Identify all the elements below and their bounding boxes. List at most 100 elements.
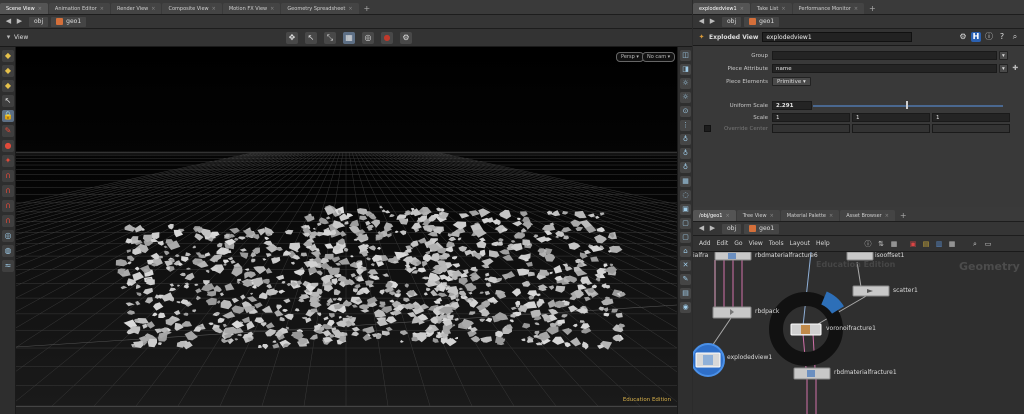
edit-icon[interactable]: ✎ xyxy=(680,274,691,285)
snap-icon[interactable]: ⤡ xyxy=(324,32,336,44)
orbit-icon[interactable]: ◎ xyxy=(2,230,14,242)
dot-icon[interactable]: ▦ xyxy=(947,239,957,249)
tab-material-palette[interactable]: Material Palette × xyxy=(780,210,840,221)
override-center-checkbox[interactable] xyxy=(704,125,711,132)
camera-button[interactable]: No cam ▾ xyxy=(642,52,676,62)
close-icon[interactable]: × xyxy=(885,213,889,219)
persp-button[interactable]: Persp ▾ xyxy=(616,52,644,62)
viewport-menu-icon[interactable]: ▾ xyxy=(4,33,13,42)
close-icon[interactable]: × xyxy=(348,6,352,12)
tab-obj-geo1[interactable]: /obj/geo1 × xyxy=(693,210,736,221)
bulb-icon-3[interactable]: ♁ xyxy=(680,162,691,173)
path-geo[interactable]: geo1 xyxy=(51,16,87,27)
water-icon[interactable]: ≈ xyxy=(2,260,14,272)
record-icon[interactable]: ● xyxy=(381,32,393,44)
magnet-icon[interactable]: ∩ xyxy=(2,170,14,182)
camera-display-icon[interactable]: ▤ xyxy=(680,288,691,299)
sculpt-tool-icon[interactable]: ● xyxy=(2,140,14,152)
home-icon[interactable]: ⌂ xyxy=(680,246,691,257)
tab-tree-view[interactable]: Tree View × xyxy=(736,210,780,221)
tab-explodedview1[interactable]: explodedview1 × xyxy=(693,3,750,14)
pointer-icon[interactable]: ↖ xyxy=(2,95,14,107)
select-mode-icon[interactable]: ✥ xyxy=(286,32,298,44)
grid-icon[interactable]: ▦ xyxy=(889,239,899,249)
forward-arrow-icon[interactable]: ▶ xyxy=(708,17,717,26)
path-obj[interactable]: obj xyxy=(722,223,742,234)
pin-icon[interactable]: ✚ xyxy=(1011,64,1020,73)
menu-layout[interactable]: Layout xyxy=(790,240,810,247)
tab-performance-monitor[interactable]: Performance Monitor × xyxy=(792,3,865,14)
points-icon[interactable]: ⋮ xyxy=(680,120,691,131)
tab-geometry-spreadsheet[interactable]: Geometry Spreadsheet × xyxy=(281,3,359,14)
forward-arrow-icon[interactable]: ▶ xyxy=(15,17,24,26)
close-icon[interactable]: × xyxy=(854,6,858,12)
edit-tool-icon[interactable]: ◆ xyxy=(2,65,14,77)
group-field[interactable] xyxy=(772,51,997,60)
close-icon[interactable]: × xyxy=(740,6,744,12)
add-tab-icon[interactable]: + xyxy=(896,210,911,221)
paint-tool-icon[interactable]: ✎ xyxy=(2,125,14,137)
camera-icon[interactable]: ◎ xyxy=(362,32,374,44)
group-menu-icon[interactable]: ▾ xyxy=(999,51,1008,60)
network-box-icon[interactable]: ▥ xyxy=(934,239,944,249)
info-icon[interactable]: ⓘ xyxy=(984,32,994,42)
network-canvas[interactable]: Education Edition Geometry ialfra rbdmat… xyxy=(693,252,1024,414)
path-obj[interactable]: obj xyxy=(29,16,49,27)
close-icon[interactable]: × xyxy=(270,6,274,12)
select-tool-icon[interactable]: ◆ xyxy=(2,50,14,62)
bone-display-icon[interactable]: ✕ xyxy=(680,260,691,271)
tab-scene-view[interactable]: Scene View × xyxy=(0,3,48,14)
back-arrow-icon[interactable]: ◀ xyxy=(697,224,706,233)
houdini-help-icon[interactable]: H xyxy=(971,32,981,42)
close-icon[interactable]: × xyxy=(725,213,729,219)
piece-elements-dropdown[interactable]: Primitive ▾ xyxy=(772,77,811,86)
info-icon[interactable]: ⓘ xyxy=(863,239,873,249)
normals-icon[interactable]: ⊙ xyxy=(680,106,691,117)
back-arrow-icon[interactable]: ◀ xyxy=(4,17,13,26)
bone-tool-icon[interactable]: ✦ xyxy=(2,155,14,167)
bulb-icon[interactable]: ♁ xyxy=(680,134,691,145)
sort-icon[interactable]: ⇅ xyxy=(876,239,886,249)
close-icon[interactable]: × xyxy=(829,213,833,219)
frame-icon-2[interactable]: ▢ xyxy=(680,232,691,243)
help-icon[interactable]: ? xyxy=(997,32,1007,42)
node-isooffset1[interactable] xyxy=(846,252,874,261)
render-icon[interactable]: ◉ xyxy=(680,302,691,313)
path-geo[interactable]: geo1 xyxy=(744,16,780,27)
lock-icon[interactable]: 🔒 xyxy=(2,110,14,122)
light-icon[interactable]: ☼ xyxy=(680,78,691,89)
menu-add[interactable]: Add xyxy=(699,240,711,247)
menu-go[interactable]: Go xyxy=(734,240,742,247)
close-icon[interactable]: × xyxy=(212,6,216,12)
menu-help[interactable]: Help xyxy=(816,240,830,247)
forward-arrow-icon[interactable]: ▶ xyxy=(708,224,717,233)
search-icon[interactable]: ⌕ xyxy=(1010,32,1020,42)
close-icon[interactable]: × xyxy=(770,213,774,219)
tab-composite-view[interactable]: Composite View × xyxy=(162,3,222,14)
move-tool-icon[interactable]: ◆ xyxy=(2,80,14,92)
uniform-scale-field[interactable]: 2.291 xyxy=(772,101,812,110)
add-tab-icon[interactable]: + xyxy=(865,3,880,14)
display-options-icon[interactable]: ▦ xyxy=(343,32,355,44)
tab-motion-fx-view[interactable]: Motion FX View × xyxy=(222,3,281,14)
sphere-icon[interactable]: ◍ xyxy=(2,245,14,257)
handle-icon[interactable]: ↖ xyxy=(305,32,317,44)
sticky-note-icon[interactable]: ▤ xyxy=(921,239,931,249)
tab-take-list[interactable]: Take List × xyxy=(750,3,792,14)
add-tab-icon[interactable]: + xyxy=(360,3,375,14)
close-icon[interactable]: × xyxy=(38,6,42,12)
bulb-icon-2[interactable]: ♁ xyxy=(680,148,691,159)
gear-icon[interactable]: ⚙ xyxy=(958,32,968,42)
scale-y-field[interactable]: 1 xyxy=(852,113,930,122)
menu-tools[interactable]: Tools xyxy=(769,240,784,247)
flipbook-icon[interactable]: ⚙ xyxy=(400,32,412,44)
shaded-icon[interactable]: ◨ xyxy=(680,64,691,75)
menu-edit[interactable]: Edit xyxy=(717,240,729,247)
magnet-icon-3[interactable]: ∩ xyxy=(2,200,14,212)
uniform-scale-slider[interactable] xyxy=(813,101,1003,110)
frame-icon[interactable]: ▢ xyxy=(680,218,691,229)
path-obj[interactable]: obj xyxy=(722,16,742,27)
ghost-icon[interactable]: ◌ xyxy=(680,190,691,201)
wireframe-icon[interactable]: ◫ xyxy=(680,50,691,61)
grid-display-icon[interactable]: ▦ xyxy=(680,176,691,187)
